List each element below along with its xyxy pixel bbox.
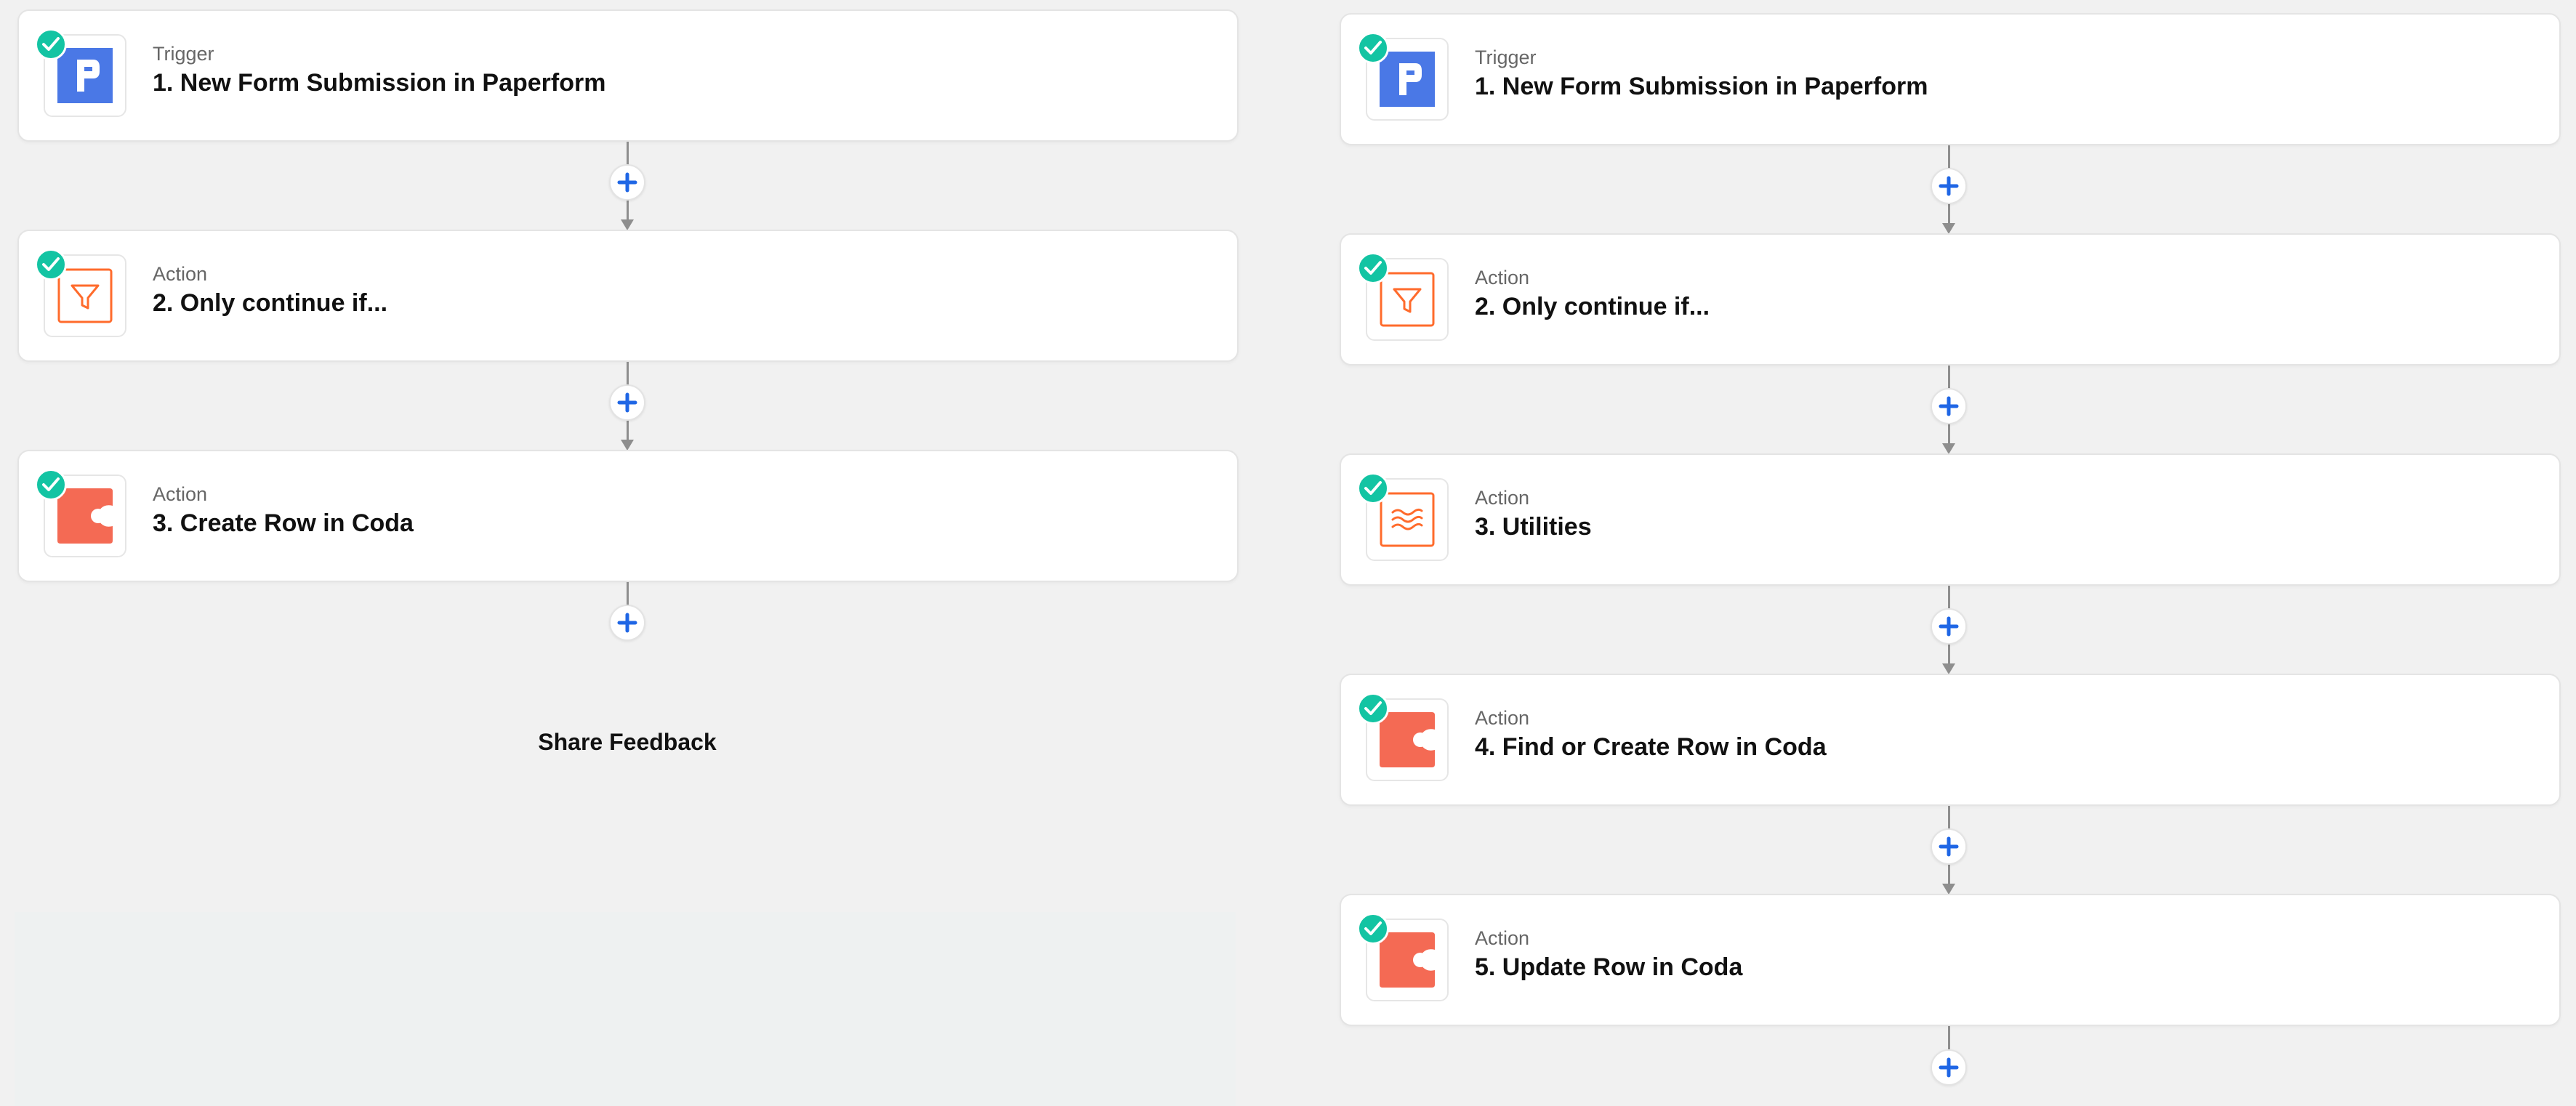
step-card-coda-create-row[interactable]: Action 3. Create Row in Coda (17, 450, 1239, 582)
arrow-down-icon (1942, 884, 1955, 895)
add-step-button[interactable] (1931, 1049, 1967, 1086)
arrow-down-icon (621, 219, 634, 230)
step-type-label: Action (153, 483, 208, 505)
check-icon (35, 28, 67, 60)
filter-icon (1380, 272, 1435, 327)
paperform-icon (1380, 52, 1435, 107)
add-step-button[interactable] (609, 605, 645, 641)
step-card-coda-update-row[interactable]: Action 5. Update Row in Coda (1340, 894, 2561, 1026)
check-icon (35, 469, 67, 501)
add-step-button[interactable] (609, 164, 645, 201)
check-icon (1357, 252, 1389, 284)
step-title: 3. Utilities (1475, 513, 1592, 541)
add-step-button[interactable] (609, 384, 645, 421)
add-step-button[interactable] (1931, 168, 1967, 204)
bottom-panel (15, 912, 1236, 1106)
step-card-trigger-paperform[interactable]: Trigger 1. New Form Submission in Paperf… (1340, 13, 2561, 145)
plus-icon (1939, 836, 1959, 857)
step-type-label: Trigger (1475, 47, 1537, 68)
arrow-down-icon (1942, 443, 1955, 454)
plus-icon (617, 172, 637, 193)
step-title: 3. Create Row in Coda (153, 509, 414, 537)
add-step-button[interactable] (1931, 828, 1967, 865)
arrow-down-icon (1942, 663, 1955, 674)
check-icon (1357, 913, 1389, 945)
step-type-label: Action (153, 263, 208, 285)
coda-icon (1380, 712, 1435, 767)
step-title: 2. Only continue if... (1475, 293, 1710, 320)
arrow-down-icon (1942, 223, 1955, 234)
step-type-label: Action (1475, 707, 1530, 729)
connector-line (627, 582, 629, 605)
add-step-button[interactable] (1931, 608, 1967, 645)
step-title: 4. Find or Create Row in Coda (1475, 733, 1827, 761)
check-icon (1357, 693, 1389, 724)
step-type-label: Trigger (153, 43, 214, 65)
step-title: 1. New Form Submission in Paperform (153, 69, 606, 97)
step-card-utilities[interactable]: Action 3. Utilities (1340, 453, 2561, 586)
step-card-coda-find-or-create-row[interactable]: Action 4. Find or Create Row in Coda (1340, 674, 2561, 806)
share-feedback-link[interactable]: Share Feedback (411, 729, 843, 756)
step-title: 5. Update Row in Coda (1475, 953, 1743, 981)
step-title: 1. New Form Submission in Paperform (1475, 73, 1928, 100)
step-title: 2. Only continue if... (153, 289, 388, 317)
plus-icon (1939, 616, 1959, 637)
step-card-filter[interactable]: Action 2. Only continue if... (1340, 233, 2561, 366)
paperform-icon (57, 48, 113, 103)
plus-icon (1939, 176, 1959, 196)
filter-icon (57, 268, 113, 323)
step-card-filter[interactable]: Action 2. Only continue if... (17, 230, 1239, 362)
plus-icon (1939, 1057, 1959, 1078)
step-card-trigger-paperform[interactable]: Trigger 1. New Form Submission in Paperf… (17, 9, 1239, 142)
connector-line (1948, 1026, 1950, 1049)
step-type-label: Action (1475, 927, 1530, 949)
add-step-button[interactable] (1931, 388, 1967, 424)
plus-icon (1939, 396, 1959, 416)
utilities-icon (1380, 492, 1435, 547)
coda-icon (1380, 932, 1435, 988)
check-icon (1357, 472, 1389, 504)
plus-icon (617, 392, 637, 413)
check-icon (1357, 32, 1389, 64)
arrow-down-icon (621, 440, 634, 451)
step-type-label: Action (1475, 487, 1530, 509)
plus-icon (617, 613, 637, 633)
coda-icon (57, 488, 113, 544)
step-type-label: Action (1475, 267, 1530, 288)
check-icon (35, 249, 67, 280)
